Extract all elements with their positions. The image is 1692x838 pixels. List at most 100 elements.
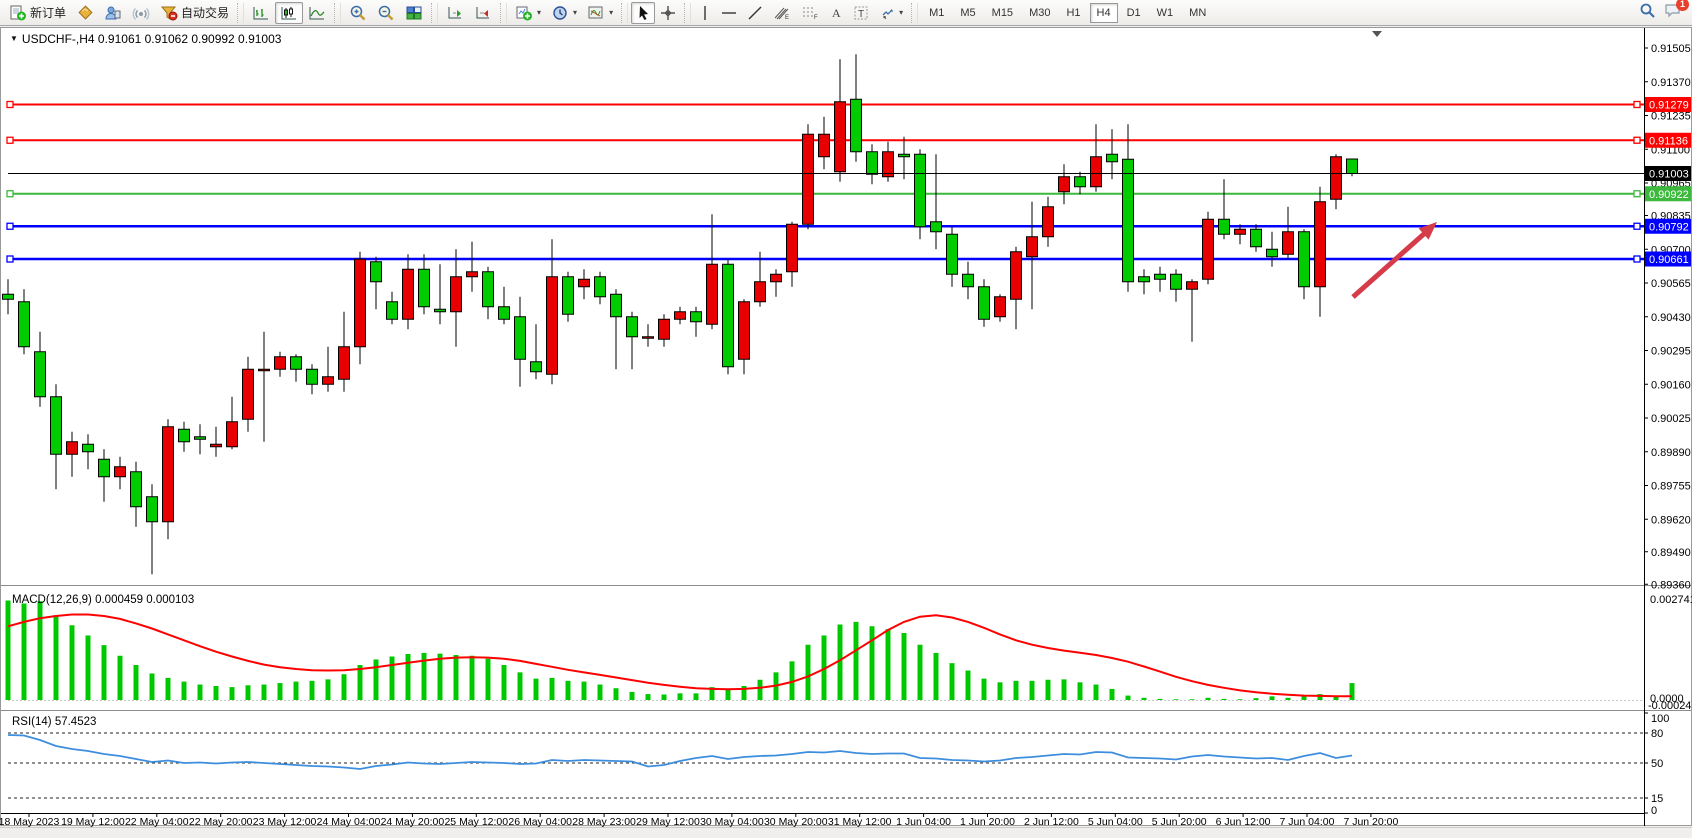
candle[interactable] [115,467,126,477]
timeframe-m1-button[interactable]: M1 [922,3,951,23]
candle[interactable] [1203,219,1214,279]
candle[interactable] [339,347,350,380]
candle[interactable] [787,224,798,272]
candle[interactable] [1091,157,1102,187]
chat-button[interactable]: 1 [1664,2,1682,23]
candle[interactable] [291,357,302,370]
periods-button[interactable]: ▾ [546,2,582,24]
candle[interactable] [659,319,670,339]
candle[interactable] [1155,274,1166,279]
candle[interactable] [1059,177,1070,192]
candle[interactable] [1315,202,1326,287]
candle[interactable] [195,437,206,440]
candle[interactable] [1267,249,1278,257]
candle[interactable] [979,287,990,320]
level-line-handle[interactable] [1634,191,1640,197]
candle[interactable] [227,422,238,447]
timeframe-m15-button[interactable]: M15 [985,3,1020,23]
candle[interactable] [371,262,382,282]
candle[interactable] [387,302,398,320]
templates-button-dropdown-icon[interactable]: ▾ [609,8,613,17]
candle[interactable] [931,222,942,232]
candle[interactable] [99,459,110,477]
candle[interactable] [1075,177,1086,187]
timeframe-m30-button[interactable]: M30 [1022,3,1057,23]
candle[interactable] [451,277,462,312]
candle[interactable] [1235,229,1246,234]
candle[interactable] [275,357,286,370]
candle[interactable] [675,312,686,320]
candle[interactable] [1123,159,1134,282]
candle[interactable] [83,444,94,452]
candle[interactable] [163,427,174,522]
candle[interactable] [1251,229,1262,247]
new-chart-button[interactable]: ▾ [510,2,546,24]
bar-chart-button[interactable] [247,2,275,24]
level-line-handle[interactable] [1634,137,1640,143]
zoom-in-button[interactable] [344,2,372,24]
candle[interactable] [243,369,254,419]
candle[interactable] [707,264,718,324]
candle[interactable] [595,277,606,297]
candle[interactable] [691,312,702,322]
candle[interactable] [147,497,158,522]
text-button[interactable]: A [824,2,848,24]
arrows-button-dropdown-icon[interactable]: ▾ [899,8,903,17]
candle[interactable] [1283,232,1294,255]
label-button[interactable]: T [848,2,874,24]
timeframe-mn-button[interactable]: MN [1182,3,1213,23]
candle[interactable] [1043,207,1054,237]
candle[interactable] [611,294,622,317]
candle[interactable] [51,397,62,455]
candle[interactable] [563,277,574,315]
candle[interactable] [355,259,366,347]
candle[interactable] [179,429,190,442]
level-line-handle[interactable] [1634,256,1640,262]
level-line-handle[interactable] [7,223,13,229]
candle[interactable] [1187,282,1198,290]
timeframe-w1-button[interactable]: W1 [1150,3,1181,23]
level-line-handle[interactable] [1634,102,1640,108]
candle[interactable] [3,294,14,299]
candle[interactable] [19,302,30,347]
candlestick-button[interactable] [275,2,303,24]
tile-windows-button[interactable] [400,2,428,24]
candle[interactable] [627,317,638,337]
candle[interactable] [835,102,846,172]
level-line-handle[interactable] [7,256,13,262]
candle[interactable] [579,279,590,287]
candle[interactable] [131,472,142,507]
candle[interactable] [739,302,750,360]
zoom-out-button[interactable] [372,2,400,24]
trendline-button[interactable] [742,2,768,24]
search-icon[interactable] [1639,2,1656,24]
auto-scroll-button[interactable] [441,2,469,24]
level-line-handle[interactable] [1634,223,1640,229]
candle[interactable] [323,377,334,385]
line-chart-button[interactable] [303,2,331,24]
candle[interactable] [819,134,830,157]
candle[interactable] [755,282,766,302]
candle[interactable] [435,309,446,312]
candle[interactable] [1139,277,1150,282]
candle[interactable] [771,274,782,282]
candle[interactable] [307,369,318,384]
signals-button[interactable] [127,2,155,24]
candle[interactable] [259,369,270,371]
candle[interactable] [35,352,46,397]
candle[interactable] [723,264,734,367]
candle[interactable] [531,362,542,372]
chart-canvas[interactable]: 0.915050.913700.912350.911000.909650.908… [0,27,1692,838]
fibonacci-button[interactable]: F [796,2,824,24]
candle[interactable] [467,272,478,277]
candle[interactable] [1331,157,1342,200]
crosshair-button[interactable] [655,2,681,24]
candle[interactable] [419,269,430,307]
candle[interactable] [547,277,558,375]
candle[interactable] [643,337,654,339]
periods-button-dropdown-icon[interactable]: ▾ [573,8,577,17]
new-order-button[interactable]: 新订单 [4,2,71,24]
chart-shift-button[interactable] [469,2,497,24]
cursor-button[interactable] [631,2,655,24]
candle[interactable] [1171,274,1182,289]
